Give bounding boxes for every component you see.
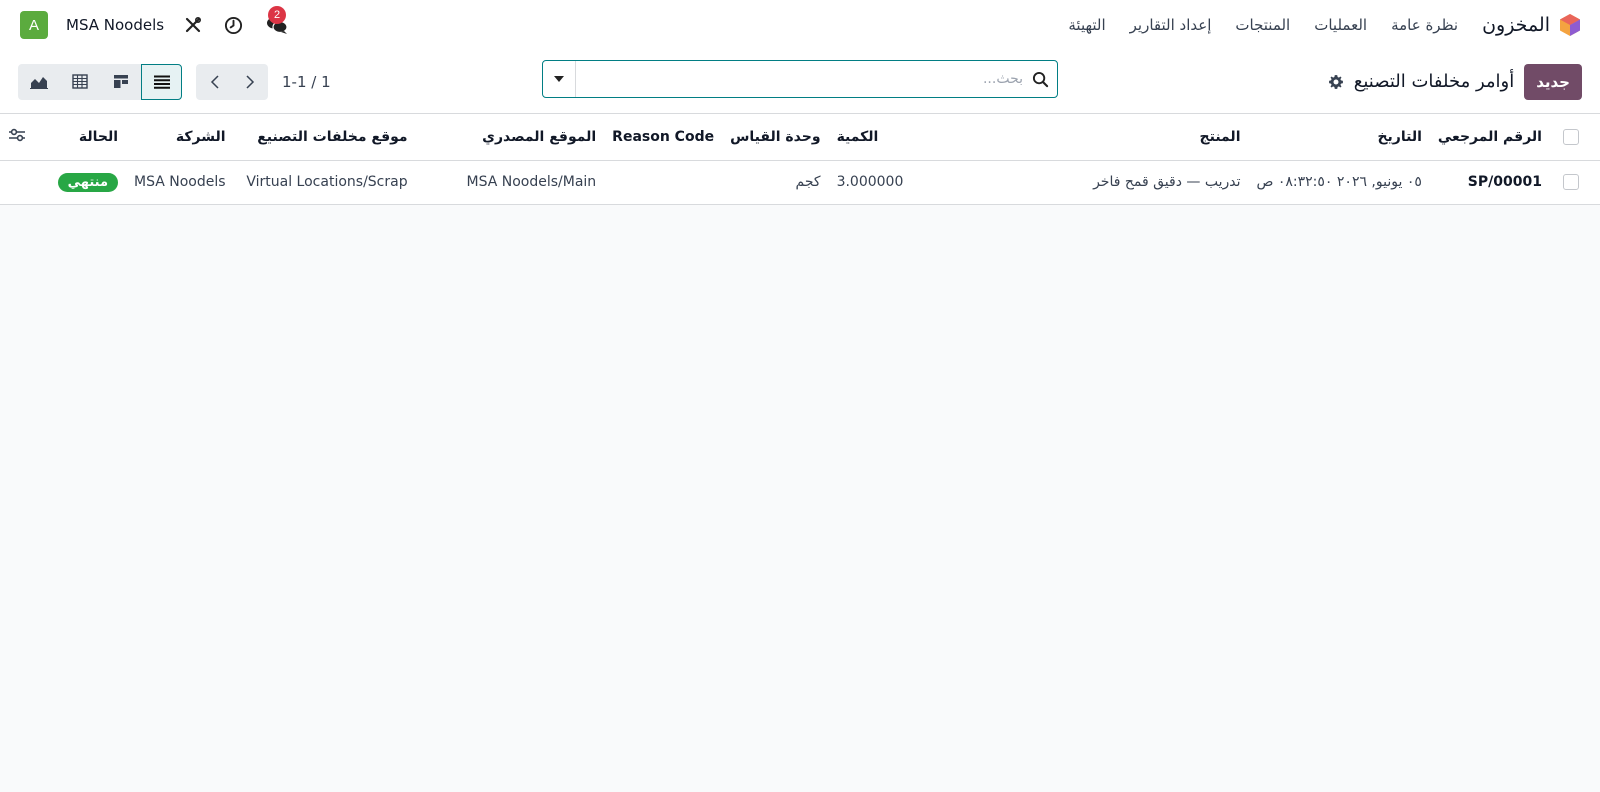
company-switcher[interactable]: MSA Noodels bbox=[66, 16, 164, 34]
cell-quantity[interactable]: 3.000000 bbox=[828, 160, 1027, 205]
column-header-reference[interactable]: الرقم المرجعي bbox=[1429, 114, 1550, 161]
cell-company[interactable]: MSA Noodels bbox=[126, 160, 234, 205]
clock-icon[interactable] bbox=[222, 14, 244, 36]
gear-icon[interactable] bbox=[1328, 74, 1344, 90]
table-icon bbox=[71, 74, 88, 89]
column-header-company[interactable]: الشركة bbox=[126, 114, 234, 161]
pivot-view-button[interactable] bbox=[59, 63, 100, 100]
select-all-header bbox=[1549, 114, 1600, 161]
cell-source-location[interactable]: MSA Noodels/Main bbox=[415, 160, 605, 205]
scrap-orders-table: الرقم المرجعي التاريخ المنتج الكمية وحدة… bbox=[0, 114, 1600, 205]
view-controls: 1-1 / 1 bbox=[18, 63, 331, 100]
pager-value[interactable]: 1-1 / 1 bbox=[282, 73, 331, 91]
area-chart-icon bbox=[29, 76, 48, 89]
column-header-product[interactable]: المنتج bbox=[1026, 114, 1249, 161]
kanban-view-button[interactable] bbox=[100, 63, 141, 100]
menu-configuration[interactable]: التهيئة bbox=[1068, 16, 1105, 34]
breadcrumb-area: جديد أوامر مخلفات التصنيع bbox=[1328, 63, 1582, 100]
status-badge: منتهي bbox=[57, 172, 118, 192]
search-icon bbox=[1023, 71, 1057, 88]
menu-products[interactable]: المنتجات bbox=[1235, 16, 1290, 34]
menu-overview[interactable]: نظرة عامة bbox=[1391, 16, 1458, 34]
top-navbar: المخزون نظرة عامة العمليات المنتجات إعدا… bbox=[0, 0, 1600, 50]
search-options-toggle[interactable] bbox=[543, 61, 576, 97]
new-button[interactable]: جديد bbox=[1524, 63, 1582, 100]
column-header-reason-code[interactable]: Reason Code bbox=[604, 114, 723, 161]
chevron-right-icon bbox=[245, 74, 254, 89]
cell-reference[interactable]: SP/00001 bbox=[1429, 160, 1550, 205]
menu-operations[interactable]: العمليات bbox=[1314, 16, 1367, 34]
column-header-status[interactable]: الحالة bbox=[34, 114, 126, 161]
pager-next-button[interactable] bbox=[232, 63, 268, 100]
table-row[interactable]: SP/00001 ٠٥ يونيو, ٢٠٢٦ ٠٨:٣٢:٥٠ ص تدريب… bbox=[0, 160, 1600, 205]
systray: A MSA Noodels 2 bbox=[20, 6, 292, 39]
nav-menu: المخزون نظرة عامة العمليات المنتجات إعدا… bbox=[1068, 13, 1582, 37]
pager-buttons bbox=[196, 63, 268, 100]
search-input[interactable] bbox=[576, 61, 1023, 97]
avatar[interactable]: A bbox=[20, 11, 48, 39]
list-icon bbox=[153, 75, 170, 89]
cell-reason-code[interactable] bbox=[604, 160, 723, 205]
row-spacer-cell bbox=[0, 160, 34, 205]
menu-reporting[interactable]: إعداد التقارير bbox=[1130, 16, 1212, 34]
chat-icon[interactable]: 2 bbox=[262, 6, 292, 36]
page-title: أوامر مخلفات التصنيع bbox=[1353, 71, 1515, 92]
cell-product[interactable]: تدريب — دقيق قمح فاخر bbox=[1026, 160, 1249, 205]
messages-badge: 2 bbox=[268, 6, 287, 24]
search-box bbox=[542, 60, 1058, 98]
table-header-row: الرقم المرجعي التاريخ المنتج الكمية وحدة… bbox=[0, 114, 1600, 161]
column-header-source-location[interactable]: الموقع المصدري bbox=[415, 114, 605, 161]
row-select-cell bbox=[1549, 160, 1600, 205]
pager-previous-button[interactable] bbox=[196, 63, 232, 100]
tools-icon[interactable] bbox=[182, 14, 204, 36]
graph-view-button[interactable] bbox=[18, 63, 59, 100]
list-view-button[interactable] bbox=[141, 63, 182, 100]
cell-scrap-location[interactable]: Virtual Locations/Scrap bbox=[233, 160, 416, 205]
view-switcher bbox=[18, 63, 182, 100]
app-logo-icon bbox=[1560, 14, 1580, 36]
row-checkbox[interactable] bbox=[1562, 174, 1579, 190]
caret-down-icon bbox=[554, 76, 564, 82]
sliders-icon[interactable] bbox=[8, 128, 26, 142]
app-brand[interactable]: المخزون bbox=[1482, 13, 1582, 37]
cell-status[interactable]: منتهي bbox=[34, 160, 126, 205]
column-header-quantity[interactable]: الكمية bbox=[828, 114, 1027, 161]
select-all-checkbox[interactable] bbox=[1562, 128, 1579, 145]
column-header-date[interactable]: التاريخ bbox=[1248, 114, 1430, 161]
optional-columns-header bbox=[0, 114, 34, 161]
kanban-icon bbox=[113, 75, 128, 88]
control-panel: جديد أوامر مخلفات التصنيع بحث... 1-1 / 1 bbox=[0, 50, 1600, 114]
column-header-uom[interactable]: وحدة القياس bbox=[722, 114, 829, 161]
cell-date[interactable]: ٠٥ يونيو, ٢٠٢٦ ٠٨:٣٢:٥٠ ص bbox=[1248, 160, 1430, 205]
app-name: المخزون bbox=[1482, 14, 1550, 36]
chevron-left-icon bbox=[210, 74, 219, 89]
column-header-scrap-location[interactable]: موقع مخلفات التصنيع bbox=[233, 114, 416, 161]
cell-uom[interactable]: كجم bbox=[722, 160, 829, 205]
